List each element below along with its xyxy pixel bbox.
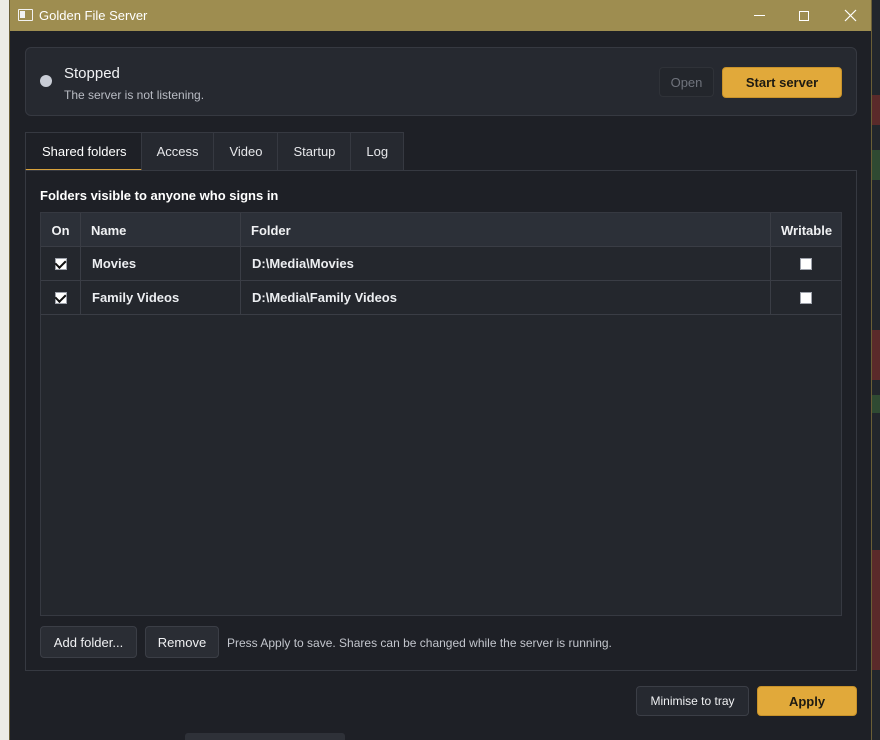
tab-shared-folders[interactable]: Shared folders <box>25 132 142 171</box>
close-button[interactable] <box>827 0 873 31</box>
minimize-icon <box>753 15 765 16</box>
background-app-right <box>872 0 880 740</box>
writable-checkbox[interactable] <box>800 291 812 304</box>
on-cell <box>41 281 81 314</box>
shared-folders-panel: Folders visible to anyone who signs in O… <box>25 170 857 671</box>
folder-cell: D:\Media\Movies <box>241 247 771 280</box>
status-indicator-icon <box>40 75 52 87</box>
name-cell: Family Videos <box>81 281 241 314</box>
close-icon <box>844 9 856 22</box>
minimize-button[interactable] <box>736 0 782 31</box>
app-window-icon <box>18 9 33 21</box>
shares-table: On Name Folder Writable Movies D:\Media\… <box>40 212 842 616</box>
enabled-checkbox[interactable] <box>54 291 67 304</box>
add-folder-button[interactable]: Add folder... <box>40 626 137 658</box>
tab-log[interactable]: Log <box>351 132 405 171</box>
start-server-button[interactable]: Start server <box>722 67 842 98</box>
column-header-name[interactable]: Name <box>81 213 241 247</box>
tab-startup[interactable]: Startup <box>278 132 352 171</box>
writable-checkbox[interactable] <box>800 257 812 270</box>
table-row[interactable]: Movies D:\Media\Movies <box>41 247 841 281</box>
open-button[interactable]: Open <box>659 67 714 97</box>
table-header: On Name Folder Writable <box>41 213 841 247</box>
apply-button[interactable]: Apply <box>757 686 857 716</box>
minimise-to-tray-button[interactable]: Minimise to tray <box>636 686 749 716</box>
server-status-card: Stopped The server is not listening. Ope… <box>25 47 857 116</box>
background-scrollbar <box>185 733 345 740</box>
apply-hint: Press Apply to save. Shares can be chang… <box>227 636 612 650</box>
enabled-checkbox[interactable] <box>54 257 67 270</box>
writable-cell <box>771 247 841 280</box>
status-title: Stopped <box>64 65 120 82</box>
app-window: Golden File Server Stopped The server is… <box>9 0 872 740</box>
maximize-button[interactable] <box>781 0 827 31</box>
status-subtitle: The server is not listening. <box>64 88 205 102</box>
table-row[interactable]: Family Videos D:\Media\Family Videos <box>41 281 841 315</box>
panel-heading: Folders visible to anyone who signs in <box>40 188 279 203</box>
title-bar: Golden File Server <box>10 0 871 31</box>
on-cell <box>41 247 81 280</box>
tab-access[interactable]: Access <box>141 132 215 171</box>
column-header-writable[interactable]: Writable <box>771 213 841 247</box>
window-title: Golden File Server <box>39 8 148 23</box>
column-header-on[interactable]: On <box>41 213 81 247</box>
background-app-left <box>0 0 9 740</box>
name-cell: Movies <box>81 247 241 280</box>
maximize-icon <box>799 10 809 21</box>
writable-cell <box>771 281 841 314</box>
column-header-folder[interactable]: Folder <box>241 213 771 247</box>
folder-cell: D:\Media\Family Videos <box>241 281 771 314</box>
tab-video[interactable]: Video <box>214 132 279 171</box>
remove-button[interactable]: Remove <box>145 626 219 658</box>
tab-bar: Shared folders Access Video Startup Log <box>25 132 405 171</box>
